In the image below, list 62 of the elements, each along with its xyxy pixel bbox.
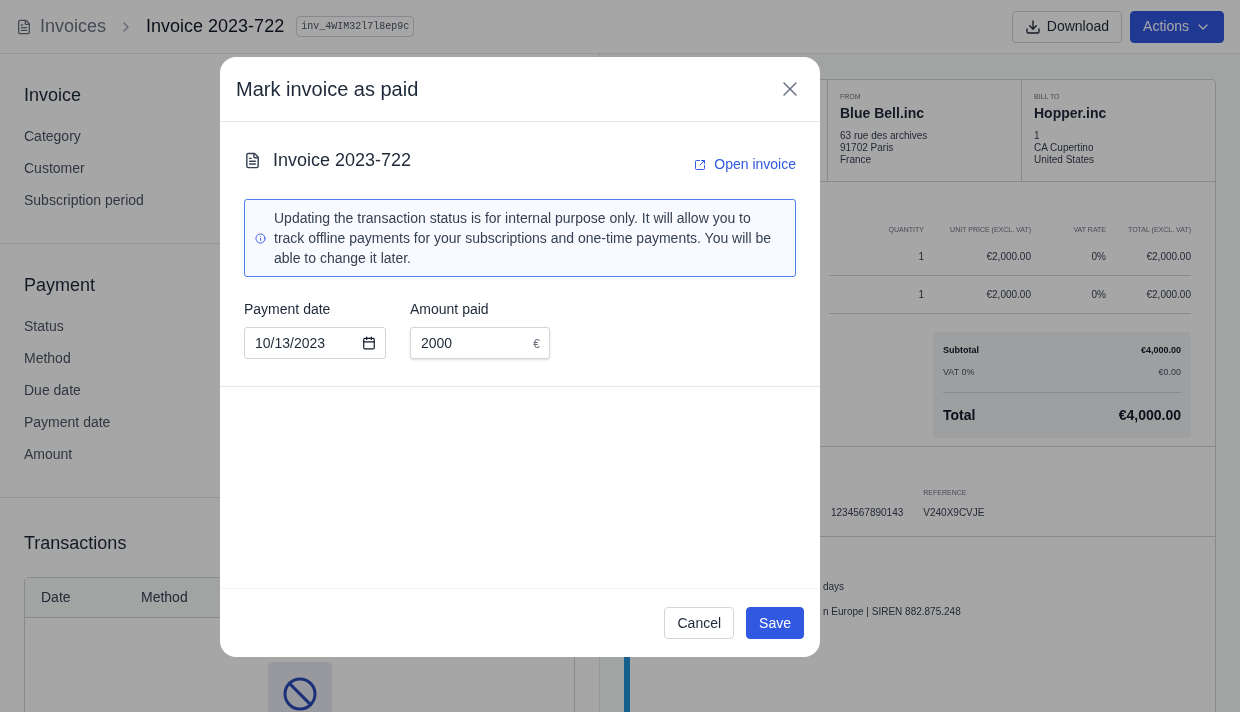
address-line: CA Cupertino [1034, 141, 1095, 154]
field-label: Category [24, 127, 81, 146]
address-line: 63 rue des archives [840, 129, 929, 142]
address-line: France [840, 153, 873, 166]
table-cell-text: €2,000.00 [1145, 250, 1191, 264]
page-title: Invoice 2023-722 [146, 15, 285, 38]
invoice-name: Invoice 2023-722 [273, 149, 412, 172]
party-name: Blue Bell.inc [840, 103, 926, 123]
field-label: Method [24, 349, 71, 368]
field-label: Customer [24, 159, 85, 178]
empty-state-icon [267, 662, 332, 712]
table-cell-text: 0% [1090, 288, 1106, 302]
section-title: Transactions [24, 532, 128, 555]
table-cell-text: €2,000.00 [985, 288, 1031, 302]
id-badge: inv_4WIM32l7l8ep9c [296, 16, 415, 37]
section-title: Payment [24, 274, 96, 297]
totals-value: €0.00 [1158, 366, 1181, 380]
table-cell-text: 1 [917, 250, 924, 264]
info-text: Updating the transaction status is for internal purpose only. It will allow you to track offline payments for your subscriptions and one-time payments. You will be able to change it later. [274, 209, 772, 268]
address-line: 91702 Paris [840, 141, 895, 154]
primary-button[interactable]: Save [746, 607, 804, 639]
date-field[interactable]: 10/13/2023 [244, 327, 386, 359]
column-header: Date [41, 588, 72, 607]
totals-label: Total [943, 406, 976, 425]
field-label: Due date [24, 381, 81, 400]
field-label: Payment date [24, 413, 111, 432]
document-icon [244, 152, 261, 169]
footer-line: days [823, 580, 846, 594]
party-name: Hopper.inc [1034, 103, 1108, 123]
download-icon [1024, 18, 1041, 35]
totals-label: VAT 0% [943, 366, 975, 380]
address-line: United States [1034, 153, 1096, 166]
field-label: Amount paid [410, 300, 490, 319]
reference-value: V240X9CVJE [923, 505, 985, 520]
totals-label: Subtotal [943, 344, 979, 358]
breadcrumb-link[interactable]: Invoices [40, 13, 107, 40]
open-invoice-link[interactable]: Open invoice [694, 154, 796, 175]
secondary-button[interactable]: Cancel [664, 607, 735, 639]
field-label: Status [24, 317, 64, 336]
field-label: Amount [24, 445, 73, 464]
primary-button[interactable]: Actions [1130, 10, 1224, 43]
external-link-icon [694, 158, 707, 171]
totals-value: €4,000.00 [1140, 344, 1181, 358]
secondary-button[interactable]: Download [1011, 10, 1123, 43]
table-cell-text: €2,000.00 [985, 250, 1031, 264]
column-header: Method [141, 588, 189, 607]
table-cell-text: €2,000.00 [1145, 288, 1191, 302]
table-cell-text: 1 [917, 288, 924, 302]
totals-value: €4,000.00 [1118, 406, 1181, 425]
currency-suffix: € [533, 336, 540, 353]
timeline-bar [624, 654, 630, 712]
footer-line: n Europe | SIREN 882.875.248 [823, 605, 962, 619]
info-icon [255, 232, 266, 244]
field-label: Subscription period [24, 191, 144, 210]
calendar-icon[interactable] [362, 336, 376, 350]
field-label: Payment date [244, 300, 332, 319]
address-line: 1 [1034, 129, 1041, 142]
document-icon [16, 18, 32, 35]
payment-info-value: 1234567890143 [831, 506, 904, 520]
table-cell-text: 0% [1090, 250, 1106, 264]
section-title: Invoice [24, 84, 82, 107]
modal-title: Mark invoice as paid [236, 77, 419, 102]
